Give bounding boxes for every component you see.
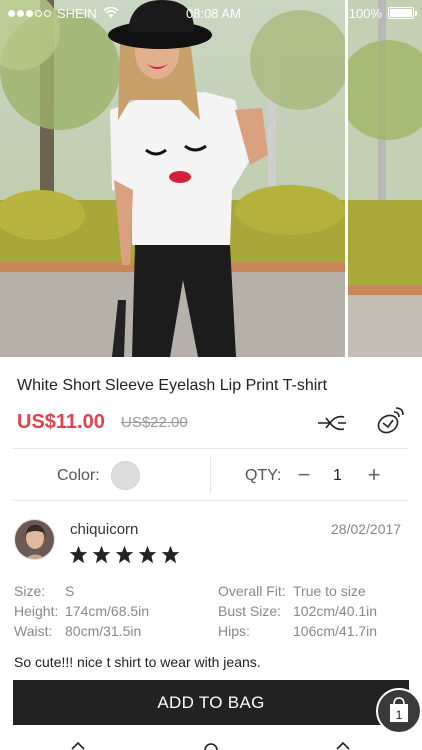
spec-fit-label: Overall Fit: (218, 583, 286, 599)
original-price: US$22.00 (121, 414, 188, 431)
avatar[interactable] (14, 519, 55, 560)
product-title: White Short Sleeve Eyelash Lip Print T-s… (17, 377, 328, 394)
spec-size-value: S (65, 583, 75, 599)
carrier-name: SHEIN (57, 5, 97, 21)
qty-value: 1 (333, 467, 342, 484)
divider (13, 448, 408, 449)
spec-bust-value: 102cm/40.1in (293, 603, 378, 619)
spec-fit-value: True to size (293, 583, 366, 599)
options-divider (210, 457, 211, 493)
spec-height-label: Height: (14, 603, 59, 619)
wifi-icon (102, 7, 119, 18)
spec-waist-label: Waist: (14, 623, 53, 639)
color-swatch[interactable] (111, 461, 140, 490)
qty-label: QTY: (245, 467, 282, 484)
spec-size-label: Size: (14, 583, 46, 599)
share-tab-icon (336, 741, 350, 750)
star-icon (115, 545, 134, 564)
share-icon[interactable] (316, 412, 348, 434)
status-time: 08:08 AM (186, 5, 241, 21)
add-to-bag-button[interactable]: ADD TO BAG (13, 680, 409, 725)
spec-bust-label: Bust Size: (218, 603, 282, 619)
divider (13, 500, 408, 501)
spec-waist-value: 80cm/31.5in (65, 623, 142, 639)
product-gallery[interactable] (0, 0, 422, 357)
home-icon (71, 741, 85, 750)
signal-icon (8, 9, 51, 17)
product-photo-next[interactable] (348, 0, 422, 357)
review-date: 28/02/2017 (331, 521, 402, 537)
star-icon (92, 545, 111, 564)
qty-decrease-button[interactable]: − (293, 460, 315, 490)
ar-view-icon[interactable] (374, 406, 404, 436)
search-icon (204, 743, 218, 750)
status-bar: SHEIN 08:08 AM 100% (0, 0, 422, 26)
star-icon (161, 545, 180, 564)
product-price: US$11.00 (17, 411, 105, 433)
star-icon (138, 545, 157, 564)
bottom-tab-bar (0, 735, 422, 750)
qty-increase-button[interactable]: + (363, 460, 385, 490)
battery-percent: 100% (348, 5, 382, 21)
star-rating (69, 545, 180, 564)
review-text: So cute!!! nice t shirt to wear with jea… (14, 654, 261, 670)
star-icon (69, 545, 88, 564)
color-label: Color: (57, 467, 100, 484)
bag-count: 1 (395, 708, 403, 722)
battery-icon (388, 7, 417, 19)
product-photo[interactable] (0, 0, 345, 357)
spec-hips-label: Hips: (218, 623, 250, 639)
spec-height-value: 174cm/68.5in (65, 603, 150, 619)
spec-hips-value: 106cm/41.7in (293, 623, 378, 639)
reviewer-name: chiquicorn (70, 521, 139, 538)
